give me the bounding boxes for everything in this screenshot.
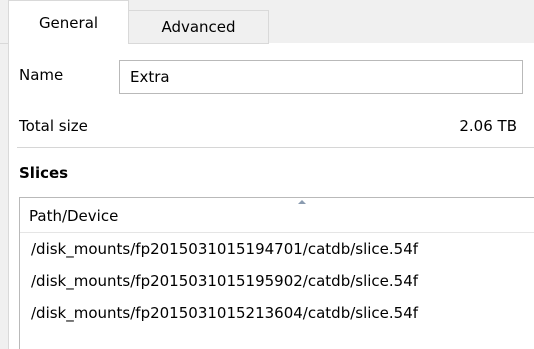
list-item-path: /disk_mounts/fp20150310151947​01/catdb/s… [31, 240, 419, 258]
column-header-path-device[interactable]: Path/Device [20, 198, 534, 233]
list-item[interactable]: /disk_mounts/fp20150310152136​04/catdb/s… [20, 297, 534, 329]
tab-strip: General Advanced [0, 0, 534, 44]
general-panel: Name Total size 2.06 TB Slices Path/Devi… [8, 43, 534, 349]
tab-general[interactable]: General [8, 0, 129, 44]
dialog: General Advanced Name Total size 2.06 TB… [0, 0, 534, 349]
list-item-path: /disk_mounts/fp20150310152136​04/catdb/s… [31, 304, 419, 322]
column-header-label: Path/Device [29, 207, 119, 225]
slices-heading: Slices [19, 164, 69, 182]
name-input[interactable] [119, 60, 523, 94]
total-size-label: Total size [19, 117, 88, 135]
sort-ascending-icon [298, 200, 306, 204]
name-label: Name [19, 66, 64, 84]
list-item-path: /disk_mounts/fp20150310151959​02/catdb/s… [31, 272, 419, 290]
list-item[interactable]: /disk_mounts/fp20150310151947​01/catdb/s… [20, 233, 534, 265]
tab-advanced[interactable]: Advanced [128, 10, 269, 44]
separator [17, 147, 534, 148]
list-item[interactable]: /disk_mounts/fp20150310151959​02/catdb/s… [20, 265, 534, 297]
slices-list[interactable]: Path/Device /disk_mounts/fp2015031015194… [19, 197, 534, 349]
total-size-value: 2.06 TB [459, 117, 517, 135]
